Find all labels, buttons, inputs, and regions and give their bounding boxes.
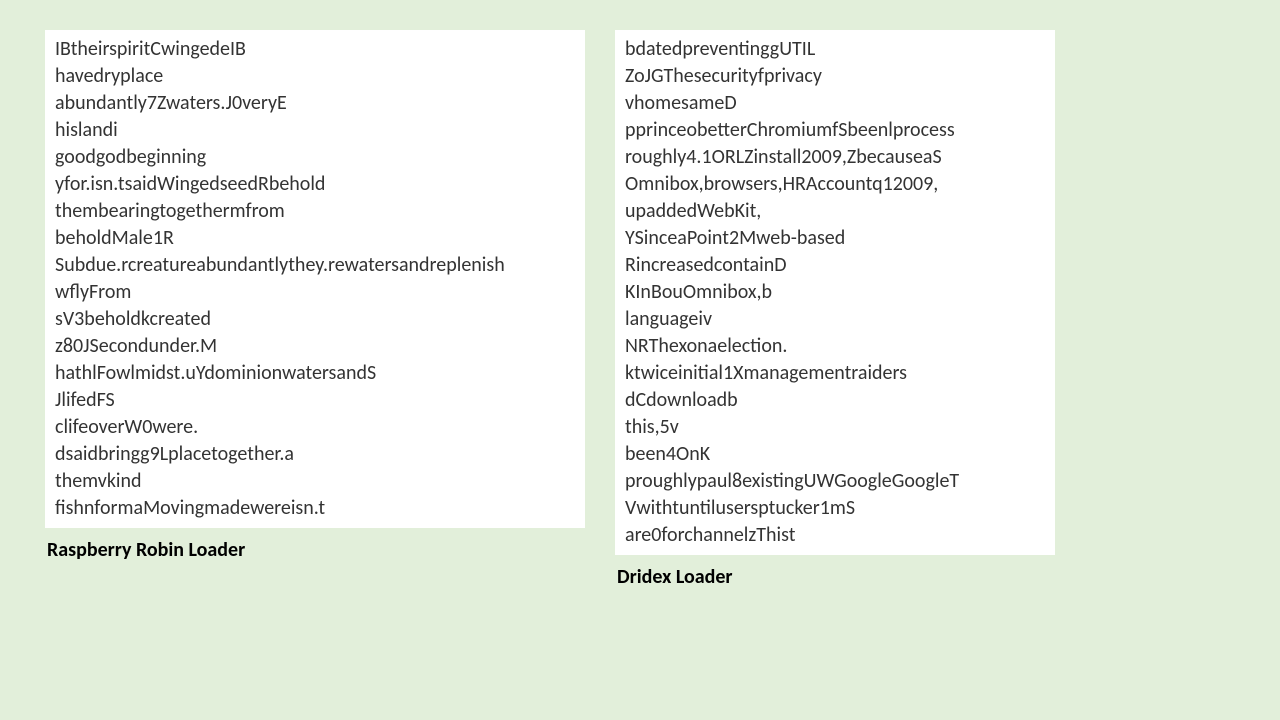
code-line: themvkind <box>55 468 575 495</box>
code-line: goodgodbeginning <box>55 144 575 171</box>
left-box: IBtheirspiritCwingedeIB havedryplace abu… <box>45 30 585 528</box>
code-line: ZoJGThesecurityfprivacy <box>625 63 1045 90</box>
code-line: clifeoverW0were. <box>55 414 575 441</box>
code-line: upaddedWebKit, <box>625 198 1045 225</box>
code-line: vhomesameD <box>625 90 1045 117</box>
code-line: this,5v <box>625 414 1045 441</box>
code-line: JlifedFS <box>55 387 575 414</box>
right-box: bdatedpreventinggUTIL ZoJGThesecurityfpr… <box>615 30 1055 555</box>
code-line: havedryplace <box>55 63 575 90</box>
code-line: ktwiceinitial1Xmanagementraiders <box>625 360 1045 387</box>
comparison-container: IBtheirspiritCwingedeIB havedryplace abu… <box>0 0 1280 619</box>
code-line: hislandi <box>55 117 575 144</box>
code-line: bdatedpreventinggUTIL <box>625 36 1045 63</box>
code-line: dCdownloadb <box>625 387 1045 414</box>
code-line: IBtheirspiritCwingedeIB <box>55 36 575 63</box>
code-line: dsaidbringg9Lplacetogether.a <box>55 441 575 468</box>
code-line: abundantly7Zwaters.J0veryE <box>55 90 575 117</box>
code-line: wflyFrom <box>55 279 575 306</box>
code-line: fishnformaMovingmadewereisn.t <box>55 495 575 522</box>
code-line: pprinceobetterChromiumfSbeenlprocess <box>625 117 1045 144</box>
code-line: languageiv <box>625 306 1045 333</box>
code-line: sV3beholdkcreated <box>55 306 575 333</box>
code-line: proughlypaul8existingUWGoogleGoogleT <box>625 468 1045 495</box>
code-line: been4OnK <box>625 441 1045 468</box>
right-caption: Dridex Loader <box>615 565 1055 589</box>
code-line: YSinceaPoint2Mweb-based <box>625 225 1045 252</box>
code-line: yfor.isn.tsaidWingedseedRbehold <box>55 171 575 198</box>
right-column: bdatedpreventinggUTIL ZoJGThesecurityfpr… <box>615 30 1055 589</box>
code-line: thembearingtogethermfrom <box>55 198 575 225</box>
code-line: Vwithtuntilusersptucker1mS <box>625 495 1045 522</box>
code-line: Subdue.rcreatureabundantlythey.rewatersa… <box>55 252 575 279</box>
code-line: beholdMale1R <box>55 225 575 252</box>
code-line: z80JSecondunder.M <box>55 333 575 360</box>
code-line: are0forchannelzThist <box>625 522 1045 549</box>
code-line: Omnibox,browsers,HRAccountq12009, <box>625 171 1045 198</box>
left-caption: Raspberry Robin Loader <box>45 538 585 562</box>
code-line: NRThexonaelection. <box>625 333 1045 360</box>
code-line: KInBouOmnibox,b <box>625 279 1045 306</box>
code-line: roughly4.1ORLZinstall2009,ZbecauseaS <box>625 144 1045 171</box>
code-line: RincreasedcontainD <box>625 252 1045 279</box>
code-line: hathlFowlmidst.uYdominionwatersandS <box>55 360 575 387</box>
left-column: IBtheirspiritCwingedeIB havedryplace abu… <box>45 30 585 589</box>
